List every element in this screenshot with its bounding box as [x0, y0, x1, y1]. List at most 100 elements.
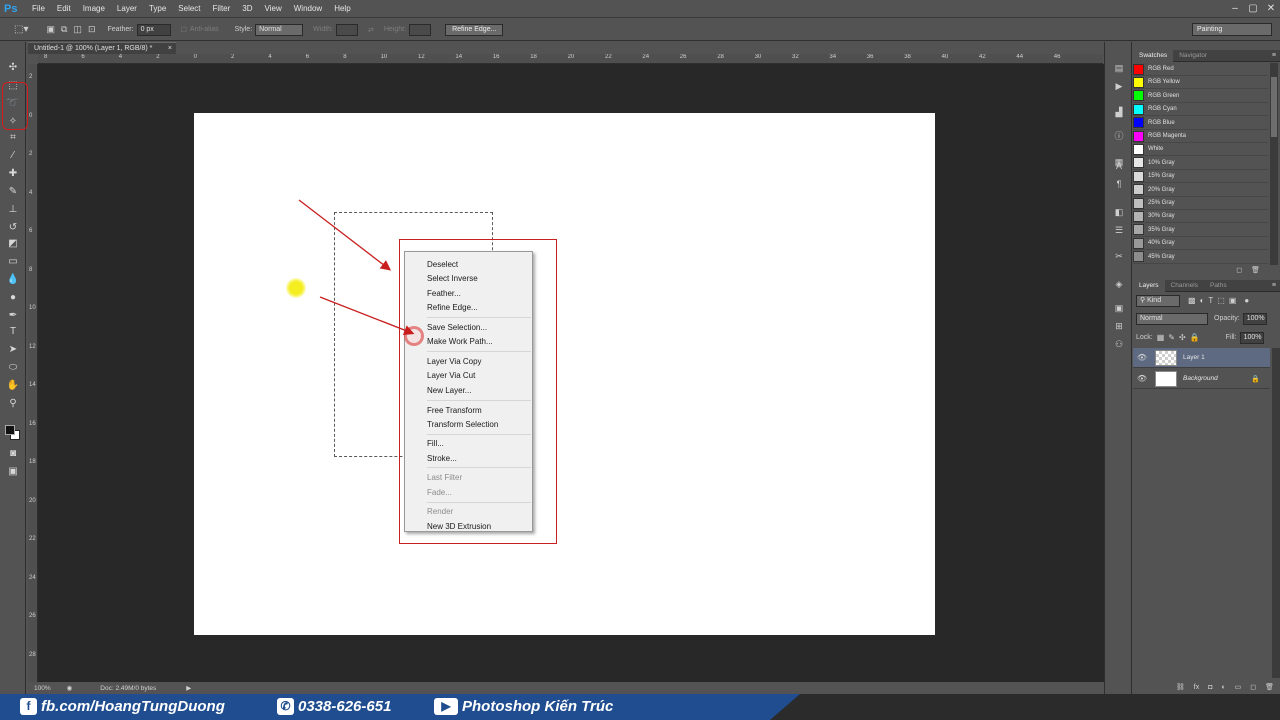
add-selection-icon[interactable]: ⧉ [61, 24, 67, 35]
swatch-row[interactable]: White [1133, 143, 1268, 157]
swap-dimensions-icon[interactable]: ⇄ [368, 26, 374, 34]
layer-row[interactable]: 👁 Background 🔒 [1133, 369, 1270, 389]
context-menu-item-layer-via-copy[interactable]: Layer Via Copy [427, 357, 482, 366]
menu-window[interactable]: Window [288, 4, 328, 13]
menu-view[interactable]: View [259, 4, 288, 13]
context-menu-item-select-inverse[interactable]: Select Inverse [427, 274, 478, 283]
style-select[interactable]: Normal [255, 23, 304, 36]
type-tool-icon[interactable]: T [6, 326, 20, 338]
swatch-row[interactable]: RGB Green [1133, 90, 1268, 103]
pen-tool-icon[interactable]: ✒ [6, 310, 20, 322]
tab-paths[interactable]: Paths [1204, 282, 1233, 289]
antialias-checkbox[interactable]: ☐ [181, 26, 187, 34]
menu-filter[interactable]: Filter [207, 4, 237, 13]
maximize-icon[interactable]: ▢ [1244, 0, 1262, 18]
actions-panel-icon[interactable]: ▶ [1113, 80, 1125, 92]
context-menu-item-make-work-path[interactable]: Make Work Path... [427, 337, 493, 346]
info-panel-icon[interactable]: ⓘ [1113, 130, 1125, 142]
swatch-row[interactable]: RGB Blue [1133, 117, 1268, 130]
workspace-select[interactable]: Painting [1192, 23, 1272, 36]
quick-mask-icon[interactable]: ◙ [6, 448, 20, 460]
swatch-row[interactable]: 30% Gray [1133, 210, 1268, 224]
visibility-eye-icon[interactable]: 👁 [1135, 374, 1149, 383]
feather-input[interactable]: 0 px [136, 23, 171, 36]
filter-smart-object-icon[interactable]: ▣ [1229, 296, 1237, 305]
tab-layers[interactable]: Layers [1133, 279, 1165, 292]
menu-edit[interactable]: Edit [51, 4, 77, 13]
filter-toggle-icon[interactable]: ● [1244, 296, 1249, 305]
layer-name[interactable]: Layer 1 [1183, 354, 1205, 361]
screen-mode-icon[interactable]: ▣ [6, 466, 20, 478]
delete-swatch-icon[interactable]: 🗑 [1251, 266, 1260, 274]
blend-mode-select[interactable]: Normal [1136, 312, 1208, 325]
swatch-row[interactable]: 10% Gray [1133, 157, 1268, 170]
context-menu-item-stroke[interactable]: Stroke... [427, 454, 457, 463]
opacity-input[interactable]: 100% [1242, 312, 1267, 325]
tab-swatches[interactable]: Swatches [1133, 49, 1174, 62]
filter-shape-icon[interactable]: ⬚ [1217, 296, 1225, 305]
context-menu-item-new-3d-extrusion[interactable]: New 3D Extrusion [427, 522, 491, 531]
panel-menu-icon[interactable]: ≡ [1272, 52, 1276, 59]
swatch-row[interactable]: 35% Gray [1133, 224, 1268, 237]
menu-help[interactable]: Help [328, 4, 356, 13]
context-menu-item-refine-edge[interactable]: Refine Edge... [427, 303, 478, 312]
delete-layer-icon[interactable]: 🗑 [1265, 683, 1274, 691]
move-tool-icon[interactable]: ✣ [6, 62, 20, 74]
visibility-eye-icon[interactable]: 👁 [1135, 353, 1149, 362]
adjustments-panel-icon[interactable]: ◧ [1113, 206, 1125, 218]
lock-all-icon[interactable]: 🔒 [1190, 333, 1200, 342]
subtract-selection-icon[interactable]: ◫ [73, 24, 82, 35]
history-panel-icon[interactable]: ▤ [1113, 62, 1125, 74]
swatch-row[interactable]: 15% Gray [1133, 170, 1268, 184]
gradient-tool-icon[interactable]: ▭ [6, 256, 20, 268]
histogram-panel-icon[interactable]: ▟ [1113, 106, 1125, 118]
eraser-tool-icon[interactable]: ◩ [6, 238, 20, 250]
adjustment-layer-icon[interactable]: ◐ [1221, 684, 1225, 691]
zoom-level[interactable]: 100% [34, 685, 51, 692]
footer-phone[interactable]: ✆ 0338-626-651 [277, 698, 391, 715]
character-panel-icon[interactable]: A [1113, 160, 1125, 172]
intersect-selection-icon[interactable]: ⊡ [88, 24, 96, 35]
layers-scrollbar[interactable] [1272, 348, 1280, 678]
crop-tool-icon[interactable]: ⌗ [6, 132, 20, 144]
layer-mask-icon[interactable]: ◘ [1208, 684, 1212, 691]
new-group-icon[interactable]: ▭ [1235, 683, 1242, 691]
context-menu-item-deselect[interactable]: Deselect [427, 260, 458, 269]
status-menu-arrow-icon[interactable]: ▶ [186, 684, 191, 692]
filter-adjustment-icon[interactable]: ◐ [1200, 296, 1205, 305]
marquee-tool-preset-icon[interactable]: ⬚▾ [14, 24, 28, 35]
context-menu-item-transform-selection[interactable]: Transform Selection [427, 420, 498, 429]
healing-brush-tool-icon[interactable]: ✚ [6, 168, 20, 180]
kind-filter-select[interactable]: ⚲ Kind [1136, 294, 1180, 307]
footer-facebook[interactable]: f fb.com/HoangTungDuong [20, 698, 225, 715]
dodge-tool-icon[interactable]: ● [6, 292, 20, 304]
swatch-row[interactable]: 45% Gray [1133, 251, 1268, 264]
lock-transparent-icon[interactable]: ▦ [1157, 333, 1165, 342]
context-menu-item-fill[interactable]: Fill... [427, 439, 444, 448]
layer-row[interactable]: 👁 Layer 1 [1133, 348, 1270, 368]
history-brush-tool-icon[interactable]: ↺ [6, 222, 20, 234]
properties-panel-icon[interactable]: ☰ [1113, 224, 1125, 236]
filter-pixel-icon[interactable]: ▩ [1188, 296, 1196, 305]
paragraph-panel-icon[interactable]: ¶ [1113, 178, 1125, 190]
eyedropper-tool-icon[interactable]: ⁄ [6, 150, 20, 162]
new-layer-icon[interactable]: ◻ [1250, 683, 1256, 691]
menu-image[interactable]: Image [77, 4, 111, 13]
lock-image-icon[interactable]: ✎ [1168, 333, 1175, 342]
menu-layer[interactable]: Layer [111, 4, 143, 13]
menu-file[interactable]: File [26, 4, 51, 13]
refine-edge-button[interactable]: Refine Edge... [445, 23, 504, 36]
menu-type[interactable]: Type [143, 4, 172, 13]
minimize-icon[interactable]: – [1226, 0, 1244, 18]
swatch-row[interactable]: RGB Cyan [1133, 103, 1268, 117]
clone-source-icon[interactable]: ⚇ [1113, 338, 1125, 350]
3d-panel-icon[interactable]: ◈ [1113, 278, 1125, 290]
menu-select[interactable]: Select [172, 4, 206, 13]
layers-panel-menu-icon[interactable]: ≡ [1272, 282, 1276, 289]
lock-position-icon[interactable]: ✣ [1179, 333, 1186, 342]
swatches-scrollbar[interactable] [1270, 63, 1278, 265]
context-menu-item-new-layer[interactable]: New Layer... [427, 386, 471, 395]
context-menu-item-free-transform[interactable]: Free Transform [427, 406, 482, 415]
swatch-row[interactable]: 25% Gray [1133, 197, 1268, 210]
new-selection-icon[interactable]: ▣ [46, 24, 55, 35]
